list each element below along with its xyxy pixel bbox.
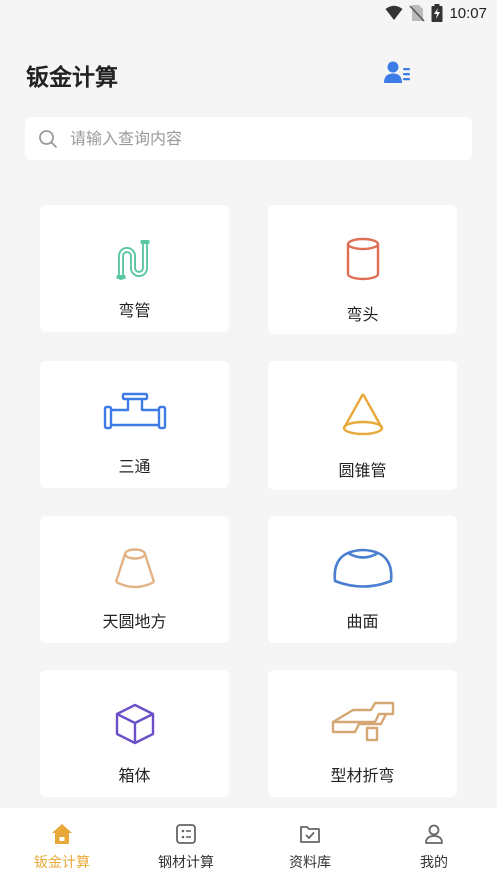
bent-pipe-icon	[116, 240, 149, 280]
round-to-square-icon	[114, 548, 155, 589]
search-bar[interactable]	[25, 117, 472, 160]
tool-label: 弯头	[346, 305, 379, 324]
tab-label: 我的	[420, 855, 448, 871]
tool-card-cone[interactable]: 圆锥管	[268, 361, 457, 490]
no-sim-icon	[409, 5, 426, 22]
tool-card-round-to-square[interactable]: 天圆地方	[40, 516, 229, 643]
battery-charging-icon	[431, 4, 443, 22]
tool-label: 天圆地方	[102, 612, 167, 631]
wifi-icon	[385, 5, 403, 20]
tab-steel-calc[interactable]: 钢材计算	[124, 808, 248, 883]
tab-library[interactable]: 资料库	[248, 808, 372, 883]
search-input[interactable]	[68, 128, 452, 149]
calculator-icon	[176, 824, 196, 844]
tab-mine[interactable]: 我的	[372, 808, 496, 883]
elbow-icon	[346, 237, 379, 281]
user-list-icon	[384, 61, 410, 83]
page-title: 钣金计算	[26, 65, 118, 91]
box-icon	[115, 703, 154, 745]
curved-surface-icon	[332, 548, 393, 588]
profile-list-button[interactable]	[381, 58, 413, 88]
status-bar: 10:07	[0, 0, 497, 28]
tool-label: 箱体	[118, 766, 151, 785]
cone-pipe-icon	[342, 393, 383, 436]
tee-pipe-icon	[103, 392, 166, 430]
tool-card-bent-pipe[interactable]: 弯管	[40, 205, 229, 332]
tool-card-curved-surface[interactable]: 曲面	[268, 516, 457, 643]
home-icon	[52, 824, 72, 844]
tab-label: 钣金计算	[34, 855, 90, 871]
tool-card-elbow[interactable]: 弯头	[268, 205, 457, 334]
person-icon	[425, 824, 443, 844]
tool-label: 三通	[118, 457, 151, 476]
tool-label: 曲面	[346, 612, 379, 631]
search-icon	[39, 129, 57, 148]
tool-label: 型材折弯	[330, 766, 395, 785]
tool-label: 圆锥管	[338, 461, 387, 480]
folder-check-icon	[300, 826, 320, 843]
profile-bend-icon	[331, 701, 394, 742]
tab-sheet-metal-calc[interactable]: 钣金计算	[0, 808, 124, 883]
tool-card-profile-bend[interactable]: 型材折弯	[268, 670, 457, 797]
tool-card-tee[interactable]: 三通	[40, 361, 229, 488]
tool-label: 弯管	[118, 301, 151, 320]
status-time: 10:07	[449, 4, 487, 22]
bottom-tab-bar: 钣金计算 钢材计算 资料库 我的	[0, 808, 497, 883]
tool-card-box[interactable]: 箱体	[40, 670, 229, 797]
tab-label: 钢材计算	[158, 855, 214, 871]
tab-label: 资料库	[289, 855, 331, 871]
